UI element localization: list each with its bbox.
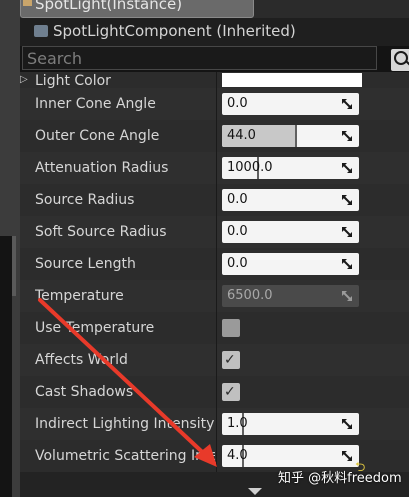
annotation-overlay <box>38 298 217 467</box>
annotation-arrow <box>38 298 216 465</box>
